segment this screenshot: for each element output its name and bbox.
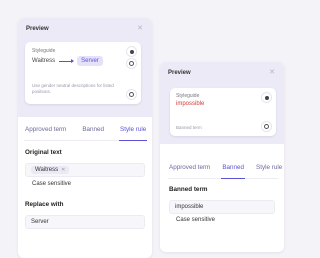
preview-card: Styleguide Waitress Server Use gender ne… [25,42,141,104]
case-sensitive-label: Case sensitive [32,181,72,187]
tab-approved-term[interactable]: Approved term [24,126,67,140]
replace-value: Server [31,219,49,225]
settings-icon[interactable] [262,122,271,131]
checkbox[interactable] [25,182,28,187]
case-sensitive-option[interactable]: Case sensitive [25,181,71,187]
tab-style-rule[interactable]: Style rule [255,164,283,178]
banned-value: impossible [175,204,204,210]
preview-title: Preview [168,70,191,76]
rule-tabs: Approved term Banned Style rule [168,164,282,179]
close-icon[interactable]: ✕ [137,24,143,32]
replacement-word[interactable]: Server [77,56,103,66]
badge-icon [127,47,136,56]
preview-area: Preview ✕ Styleguide Waitress Server Use… [18,18,152,117]
original-word: Waitress [32,58,56,64]
tab-banned[interactable]: Banned [81,126,105,140]
banned-note: Banned term [176,125,202,130]
close-icon[interactable]: ✕ [269,68,275,76]
original-text-title: Original text [25,149,62,156]
case-sensitive-option[interactable]: Case sensitive [169,217,215,223]
style-rule-panel: Preview ✕ Styleguide Waitress Server Use… [18,18,152,258]
replace-with-field[interactable]: Server [25,215,145,229]
preview-area: Preview ✕ Styleguide impossible Banned t… [160,62,284,144]
tab-style-rule[interactable]: Style rule [119,126,148,141]
tab-banned[interactable]: Banned [221,164,245,179]
card-label: Styleguide [176,93,200,99]
banned-term-title: Banned term [169,186,208,193]
original-chip[interactable]: Waitress ✕ [31,166,70,174]
settings-icon[interactable] [127,90,136,99]
card-label: Styleguide [32,48,56,54]
banned-term-field[interactable]: impossible [169,200,275,214]
remove-icon[interactable]: ✕ [61,167,65,173]
arrow-right-icon [59,58,75,63]
original-text-field[interactable]: Waitress ✕ [25,163,145,177]
rule-tabs: Approved term Banned Style rule [24,126,148,141]
replacement-suggestion: Waitress Server [32,56,103,66]
flagged-word[interactable]: impossible [176,101,204,107]
settings-icon[interactable] [127,59,136,68]
rule-description: Use gender neutral descriptions for list… [32,83,114,94]
badge-icon [262,93,271,102]
banned-term-panel: Preview ✕ Styleguide impossible Banned t… [160,62,284,252]
preview-card: Styleguide impossible Banned term [170,88,276,136]
chip-label: Waitress [35,167,59,173]
replace-with-title: Replace with [25,201,64,208]
checkbox[interactable] [169,218,172,223]
preview-title: Preview [26,26,49,32]
tab-approved-term[interactable]: Approved term [168,164,211,178]
case-sensitive-label: Case sensitive [176,217,216,223]
